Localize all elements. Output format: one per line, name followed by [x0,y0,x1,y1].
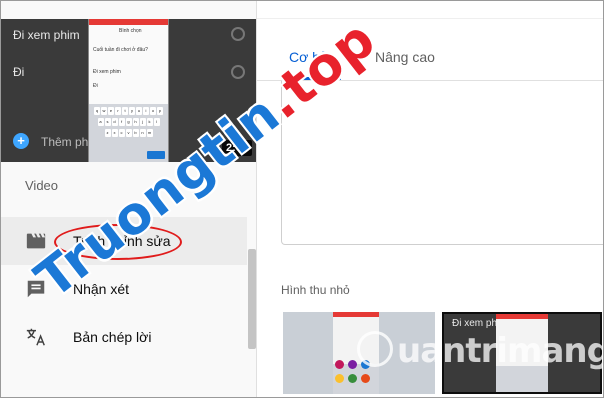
watermark-logo-icon [357,331,393,367]
phone-option-2: Đi [93,83,98,89]
sidebar-item-transcript[interactable]: Bản chép lời [1,313,247,361]
bg-input-text: Đi [13,65,25,79]
phone-status-bar [89,19,168,25]
top-bar [257,1,603,19]
app-window: Đi xem phim Đi + Thêm phim Bình chọn Cuố… [0,0,604,398]
bg-circle-icon-2 [231,65,245,79]
watermark-secondary: uantrimang [397,331,604,371]
description-field[interactable] [281,81,603,245]
bg-title-text: Đi xem phim [13,28,80,42]
translate-icon [26,328,45,346]
phone-keyboard: qwertyuiop asdfghjkl zxcvbnm [89,104,168,162]
phone-option-1: Đi xem phim [93,69,121,75]
add-icon: + [13,133,29,149]
phone-screenshot: Bình chọn Cuối tuần đi chơi ở đâu? Đi xe… [88,19,169,162]
sidebar-scrollbar[interactable] [248,249,256,349]
section-label-video: Video [25,178,59,193]
thumbnails-label: Hình thu nhỏ [281,283,350,297]
color-dots-2 [335,374,370,383]
bg-circle-icon [231,27,245,41]
phone-question: Cuối tuần đi chơi ở đâu? [93,47,148,53]
phone-header: Bình chọn [119,28,142,34]
sidebar-item-label: Bản chép lời [73,329,152,345]
